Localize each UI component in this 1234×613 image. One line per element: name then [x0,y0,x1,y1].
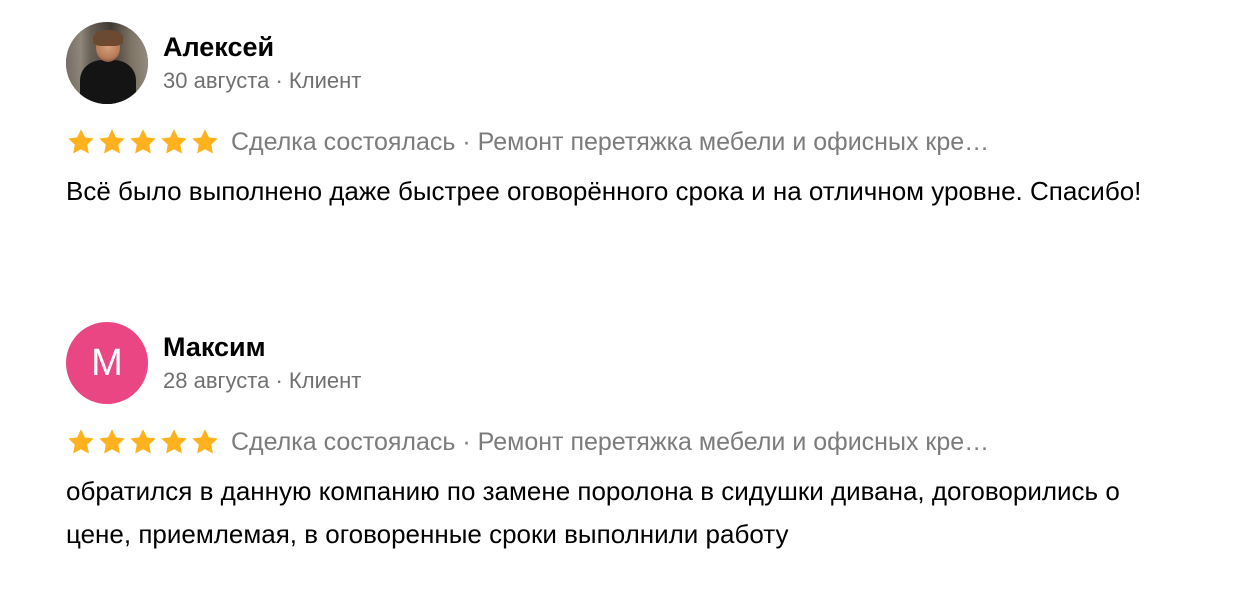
author-name[interactable]: Алексей [163,30,361,64]
author-name[interactable]: Максим [163,330,361,364]
avatar[interactable] [66,22,148,104]
review-card: Алексей 30 августа · Клиент Сделка состо… [66,22,1176,213]
star-icon [159,427,189,457]
star-icon [97,127,127,157]
star-icon [190,127,220,157]
review-card: М Максим 28 августа · Клиент Сделка сост… [66,322,1176,556]
review-meta: 30 августа · Клиент [163,66,361,96]
review-text: Всё было выполнено даже быстрее оговорён… [66,176,1142,206]
rating-line: Сделка состоялась · Ремонт перетяжка меб… [66,122,1176,162]
avatar-letter: М [91,342,123,384]
author-block: Алексей 30 августа · Клиент [163,30,361,96]
meta-separator: · [269,368,289,393]
star-icon [66,427,96,457]
deal-status-text: Сделка состоялась · Ремонт перетяжка меб… [231,128,990,156]
author-block: Максим 28 августа · Клиент [163,330,361,396]
author-role: Клиент [288,368,362,393]
star-icon [97,427,127,457]
meta-separator: · [269,68,289,93]
star-icon [128,427,158,457]
review-date: 28 августа [163,368,270,393]
avatar[interactable]: М [66,322,148,404]
author-role: Клиент [288,68,362,93]
star-icon [190,427,220,457]
star-icon [128,127,158,157]
deal-status-text: Сделка состоялась · Ремонт перетяжка меб… [231,428,990,456]
star-icon [66,127,96,157]
review-meta: 28 августа · Клиент [163,366,361,396]
rating-stars [66,427,221,457]
star-icon [159,127,189,157]
rating-stars [66,127,221,157]
review-text: обратился в данную компанию по замене по… [66,476,1120,549]
review-date: 30 августа [163,68,270,93]
review-header: М Максим 28 августа · Клиент [66,322,1176,404]
review-header: Алексей 30 августа · Клиент [66,22,1176,104]
rating-line: Сделка состоялась · Ремонт перетяжка меб… [66,422,1176,462]
